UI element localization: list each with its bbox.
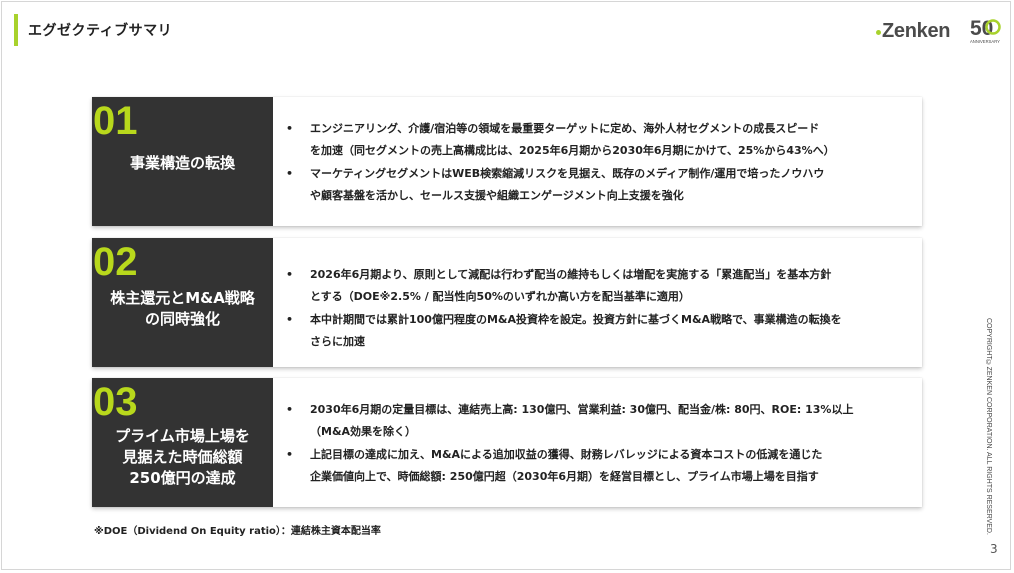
card-number: 01	[93, 99, 138, 143]
bullet-line: さらに加速	[310, 335, 365, 348]
bullet-line: エンジニアリング、介護/宿泊等の領域を最重要ターゲットに定め、海外人材セグメント…	[310, 122, 820, 135]
card-label-panel: 02 株主還元とM&A戦略 の同時強化	[92, 238, 273, 367]
bullet-line: とする（DOE※2.5% / 配当性向50%のいずれか高い方を配当基準に適用）	[310, 290, 690, 303]
bullet-line: や顧客基盤を活かし、セールス支援や組織エンゲージメント向上支援を強化	[310, 189, 684, 202]
card-heading: 事業構造の転換	[92, 153, 273, 174]
bullet-line: 2030年6月期の定量目標は、連結売上高: 130億円、営業利益: 30億円、配…	[310, 403, 854, 416]
card-label-panel: 03 プライム市場上場を 見据えた時価総額 250億円の達成	[92, 378, 273, 507]
card-heading-line: の同時強化	[144, 310, 220, 328]
summary-card-2: 02 株主還元とM&A戦略 の同時強化 2026年6月期より、原則として減配は行…	[92, 238, 922, 367]
bullet-item: マーケティングセグメントはWEB検索縮減リスクを見据え、既存のメディア制作/運用…	[286, 163, 906, 207]
bullet-line: を加速（同セグメントの売上高構成比は、2025年6月期から2030年6月期にかけ…	[310, 144, 835, 157]
zenken-logo: Zenken 50 ANNIVERSARY	[876, 16, 1001, 46]
bullet-line: 企業価値向上で、時価総額: 250億円超（2030年6月期）を経営目標とし、プラ…	[310, 470, 819, 483]
card-heading-line: 見据えた時価総額	[122, 448, 243, 466]
page-number: 3	[990, 542, 998, 556]
bullet-item: 本中計期間では累計100億円程度のM&A投資枠を設定。投資方針に基づくM&A戦略…	[286, 309, 906, 353]
card-heading-line: プライム市場上場を	[115, 427, 250, 445]
bullet-line: 本中計期間では累計100億円程度のM&A投資枠を設定。投資方針に基づくM&A戦略…	[310, 313, 842, 326]
logo-dot-icon	[876, 30, 881, 35]
title-accent-bar	[14, 14, 18, 46]
logo-wordmark: Zenken	[882, 20, 951, 42]
card-heading: 株主還元とM&A戦略 の同時強化	[92, 288, 273, 330]
card-bullet-list: 2030年6月期の定量目標は、連結売上高: 130億円、営業利益: 30億円、配…	[286, 399, 906, 489]
footnote: ※DOE（Dividend On Equity ratio）：連結株主資本配当率	[94, 526, 381, 537]
bullet-item: 2026年6月期より、原則として減配は行わず配当の維持もしくは増配を実施する「累…	[286, 264, 906, 308]
page-title: エグゼクティブサマリ	[28, 23, 173, 39]
card-number: 02	[93, 240, 138, 284]
bullet-line: マーケティングセグメントはWEB検索縮減リスクを見据え、既存のメディア制作/運用…	[310, 167, 825, 180]
summary-card-1: 01 事業構造の転換 エンジニアリング、介護/宿泊等の領域を最重要ターゲットに定…	[92, 97, 922, 226]
card-bullet-list: エンジニアリング、介護/宿泊等の領域を最重要ターゲットに定め、海外人材セグメント…	[286, 118, 906, 208]
card-heading-line: 株主還元とM&A戦略	[110, 289, 255, 307]
card-bullet-list: 2026年6月期より、原則として減配は行わず配当の維持もしくは増配を実施する「累…	[286, 264, 906, 354]
card-heading: プライム市場上場を 見据えた時価総額 250億円の達成	[92, 426, 273, 489]
bullet-line: （M&A効果を除く）	[310, 425, 417, 438]
bullet-item: 2030年6月期の定量目標は、連結売上高: 130億円、営業利益: 30億円、配…	[286, 399, 906, 443]
card-number: 03	[93, 380, 138, 424]
bullet-item: エンジニアリング、介護/宿泊等の領域を最重要ターゲットに定め、海外人材セグメント…	[286, 118, 906, 162]
summary-card-3: 03 プライム市場上場を 見据えた時価総額 250億円の達成 2030年6月期の…	[92, 378, 922, 507]
anniversary-label: ANNIVERSARY	[970, 39, 1000, 44]
card-label-panel: 01 事業構造の転換	[92, 97, 273, 226]
bullet-line: 上記目標の達成に加え、M&Aによる追加収益の獲得、財務レバレッジによる資本コスト…	[310, 448, 823, 461]
bullet-item: 上記目標の達成に加え、M&Aによる追加収益の獲得、財務レバレッジによる資本コスト…	[286, 444, 906, 488]
copyright-notice: COPYRIGHT©ZENKEN CORPORATION. ALL RIGHTS…	[985, 318, 992, 535]
card-heading-line: 事業構造の転換	[129, 154, 235, 172]
anniversary-50-icon: 50 ANNIVERSARY	[970, 17, 1001, 44]
bullet-line: 2026年6月期より、原則として減配は行わず配当の維持もしくは増配を実施する「累…	[310, 268, 832, 281]
card-heading-line: 250億円の達成	[129, 469, 236, 487]
